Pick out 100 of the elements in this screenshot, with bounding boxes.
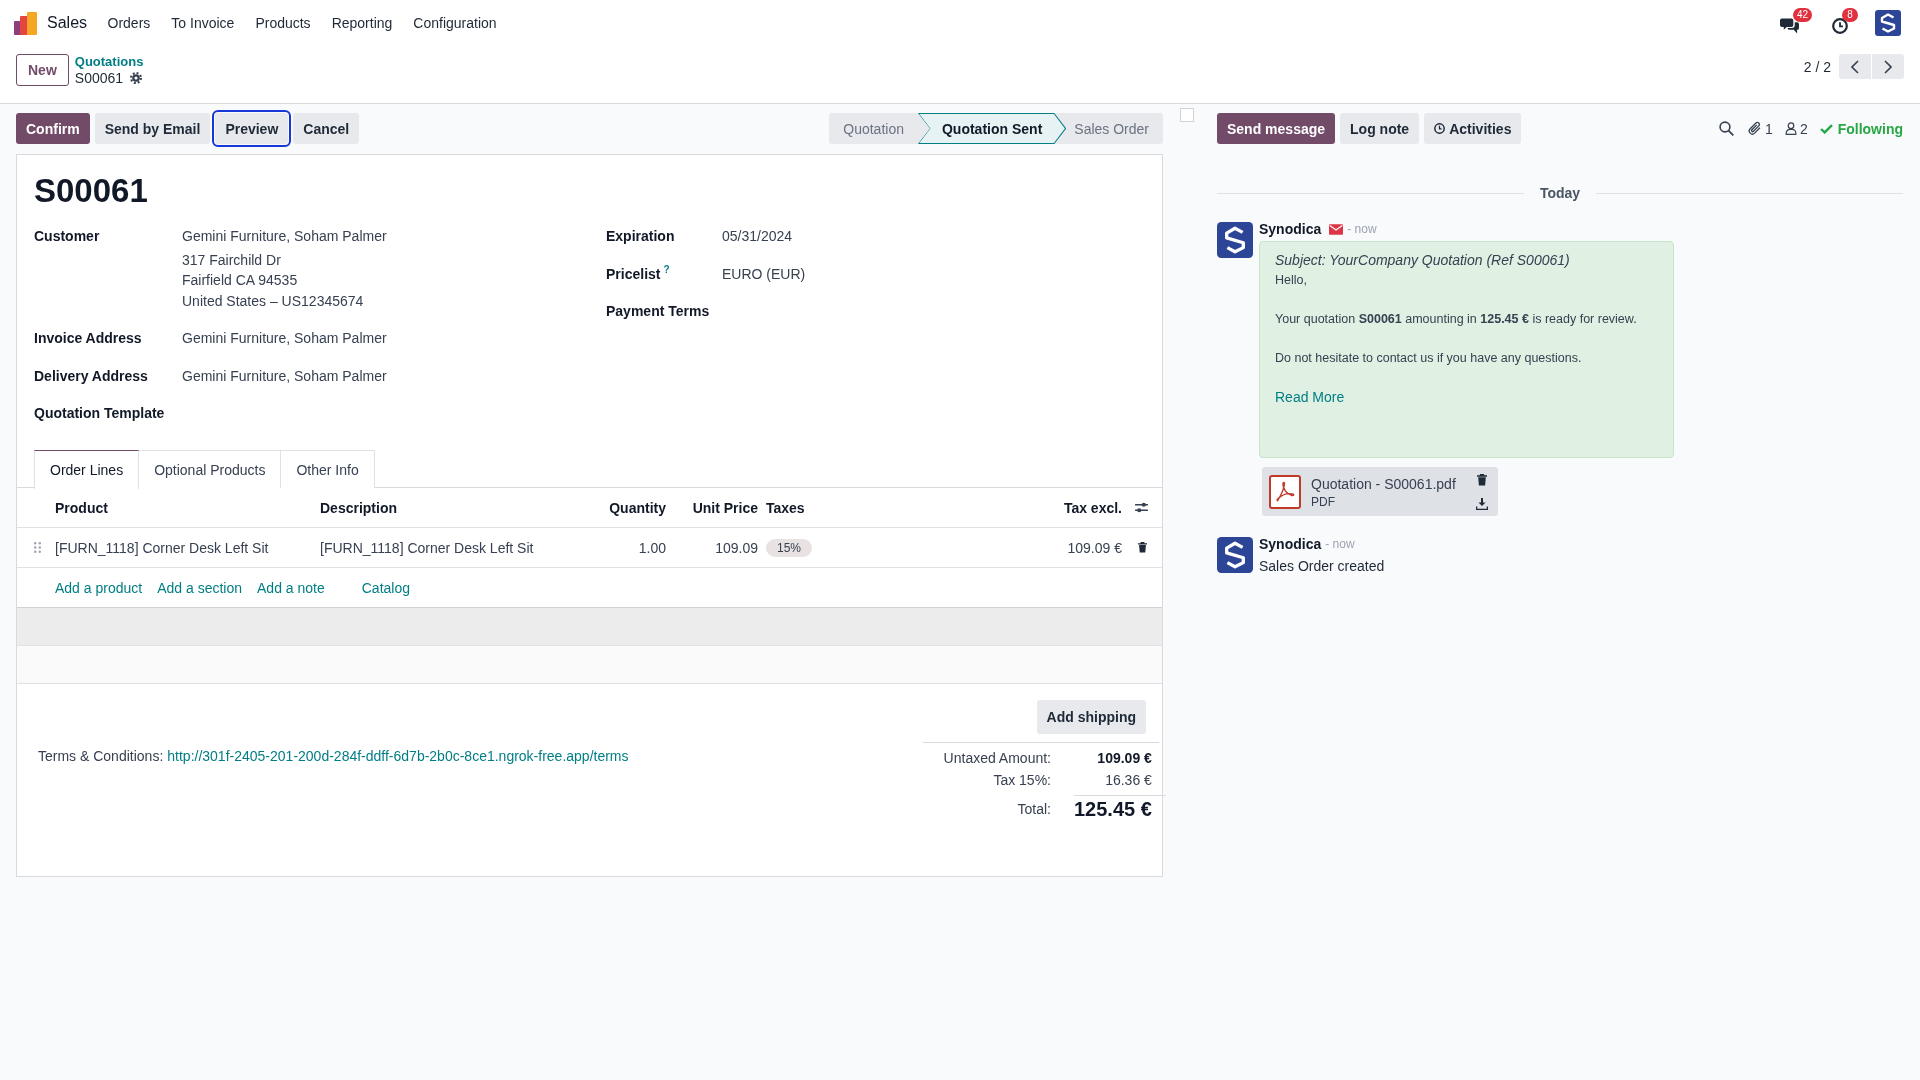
chat-bubbles-icon[interactable] bbox=[1780, 18, 1799, 34]
action-button[interactable]: Send by Email bbox=[94, 113, 211, 144]
paperclip-icon bbox=[1748, 121, 1763, 136]
author-name[interactable]: Synodica bbox=[1259, 221, 1322, 237]
column-header[interactable]: Tax excl. bbox=[1039, 499, 1128, 516]
menu-item[interactable]: Reporting bbox=[321, 15, 403, 31]
attachments-button[interactable]: 1 bbox=[1748, 116, 1773, 141]
add-link[interactable]: Add a note bbox=[257, 579, 325, 596]
status-step[interactable]: Quotation Sent bbox=[917, 113, 1067, 144]
terms-link[interactable]: http://301f-2405-201-200d-284f-ddff-6d7b-2b0c-8ce1.ngrok-free.app/terms bbox=[167, 748, 629, 764]
help-mark[interactable]: ? bbox=[663, 263, 670, 276]
field-value[interactable]: EURO (EUR) bbox=[722, 263, 806, 284]
app-name[interactable]: Sales bbox=[47, 14, 88, 32]
tab[interactable]: Order Lines bbox=[34, 450, 140, 489]
record-title: S00061 bbox=[34, 171, 149, 211]
check-icon bbox=[1819, 123, 1833, 134]
table-cell-text: 109.09 bbox=[714, 539, 759, 556]
bar-chart-icon[interactable] bbox=[14, 11, 37, 35]
message-text: Sales Order created bbox=[1259, 557, 1385, 576]
message-time: - now bbox=[1325, 537, 1355, 551]
attachment-card[interactable]: Quotation - S00061.pdf PDF bbox=[1262, 467, 1498, 516]
author-name[interactable]: Synodica bbox=[1259, 536, 1322, 552]
clock-icon[interactable] bbox=[1832, 18, 1848, 34]
menu-item[interactable]: Products bbox=[244, 15, 322, 31]
field-label: Quotation Template bbox=[34, 404, 165, 423]
record-name: S00061 bbox=[74, 70, 124, 86]
action-button[interactable]: Confirm bbox=[16, 113, 90, 144]
chevron-right-icon bbox=[1884, 59, 1892, 74]
next-button[interactable] bbox=[1872, 54, 1904, 79]
table-cell-text: [FURN_1118] Corner Desk Left Sit bbox=[320, 539, 535, 556]
field-value[interactable]: Gemini Furniture, Soham Palmer bbox=[182, 365, 387, 386]
add-shipping-button[interactable]: Add shipping bbox=[1036, 700, 1146, 734]
avatar-logo-icon[interactable] bbox=[1217, 222, 1253, 258]
new-button[interactable]: New bbox=[16, 54, 69, 86]
message-subject: Subject: YourCompany Quotation (Ref S00061) bbox=[1275, 251, 1571, 270]
column-header[interactable]: Product bbox=[55, 499, 320, 516]
breadcrumb-link[interactable]: Quotations bbox=[74, 54, 144, 70]
date-separator: Today bbox=[1538, 185, 1582, 201]
field-value[interactable]: 05/31/2024 bbox=[722, 226, 793, 247]
field-label: Delivery Address bbox=[34, 366, 148, 386]
column-header[interactable]: Taxes bbox=[762, 499, 1039, 516]
field-label: Expiration bbox=[606, 227, 675, 246]
message-text: Do not hesitate to contact us if you have any questions. bbox=[1275, 350, 1583, 367]
chevron-left-icon bbox=[1851, 59, 1859, 74]
terms-label: Terms & Conditions: bbox=[38, 748, 164, 764]
tab[interactable]: Other Info bbox=[280, 450, 375, 488]
menu-item[interactable]: Configuration bbox=[402, 15, 508, 31]
search-icon[interactable] bbox=[1719, 121, 1735, 136]
status-step[interactable]: Quotation bbox=[829, 113, 918, 144]
sliders-icon[interactable] bbox=[1135, 502, 1148, 513]
add-link[interactable]: Catalog bbox=[361, 579, 410, 596]
action-button[interactable]: Preview bbox=[215, 113, 289, 144]
avatar-logo-icon[interactable] bbox=[1217, 537, 1253, 573]
column-header[interactable]: Description bbox=[320, 499, 586, 516]
user-icon bbox=[1784, 122, 1797, 135]
table-cell-text: 1.00 bbox=[637, 539, 667, 556]
totals-value: 125.45 € bbox=[1074, 795, 1166, 822]
previous-button[interactable] bbox=[1839, 54, 1871, 79]
count-badge: 42 bbox=[1793, 8, 1813, 22]
count-badge: 8 bbox=[1842, 8, 1858, 22]
pdf-file-icon bbox=[1269, 474, 1301, 509]
attachment-type: PDF bbox=[1311, 493, 1336, 510]
download-icon[interactable] bbox=[1476, 497, 1488, 510]
field-label: Invoice Address bbox=[34, 329, 142, 348]
chatter-button[interactable]: Activities bbox=[1424, 113, 1522, 144]
column-header[interactable]: Quantity bbox=[586, 499, 670, 516]
menu-item[interactable]: To Invoice bbox=[160, 15, 245, 31]
totals-value: 16.36 € bbox=[1104, 771, 1153, 790]
chatter-button[interactable]: Log note bbox=[1340, 113, 1420, 144]
field-label: Payment Terms bbox=[606, 302, 710, 321]
gear-icon[interactable] bbox=[130, 72, 143, 84]
followers-button[interactable]: 2 bbox=[1784, 116, 1808, 141]
drag-handle-icon[interactable] bbox=[34, 542, 41, 553]
field-value[interactable]: Gemini Furniture, Soham Palmer 317 Fairchild Dr Fairfield CA 94535 United States – US12345674 bbox=[182, 226, 387, 311]
envelope-icon bbox=[1329, 223, 1344, 235]
message-time: - now bbox=[1347, 222, 1377, 236]
add-link[interactable]: Add a product bbox=[55, 579, 143, 596]
add-link[interactable]: Add a section bbox=[157, 579, 242, 596]
clock-icon bbox=[1434, 123, 1446, 134]
menu-item[interactable]: Orders bbox=[97, 15, 161, 31]
message-text: Hello, bbox=[1275, 272, 1308, 289]
column-header[interactable]: Unit Price bbox=[670, 499, 762, 516]
totals-value: 109.09 € bbox=[1096, 749, 1153, 768]
field-label: Pricelist bbox=[606, 264, 661, 284]
totals-label: Untaxed Amount: bbox=[942, 749, 1051, 768]
tax-tag: 15% bbox=[766, 538, 813, 557]
chatter-button[interactable]: Send message bbox=[1217, 113, 1336, 144]
trash-icon[interactable] bbox=[1477, 473, 1487, 486]
trash-icon[interactable] bbox=[1138, 542, 1147, 553]
checkbox[interactable] bbox=[1180, 108, 1194, 122]
table-cell-text: 109.09 € bbox=[1066, 539, 1123, 556]
pager-counter: 2 / 2 bbox=[1803, 58, 1831, 75]
action-button[interactable]: Cancel bbox=[293, 113, 360, 144]
attachment-name: Quotation - S00061.pdf bbox=[1311, 474, 1456, 494]
tab[interactable]: Optional Products bbox=[138, 450, 282, 488]
read-more-link[interactable]: Read More bbox=[1275, 387, 1345, 407]
company-logo-icon[interactable] bbox=[1875, 10, 1901, 36]
field-value[interactable]: Gemini Furniture, Soham Palmer bbox=[182, 328, 387, 349]
field-label: Customer bbox=[34, 227, 100, 246]
message-text: Your quotation S00061 amounting in 125.45 € is ready for review. bbox=[1275, 311, 1638, 328]
